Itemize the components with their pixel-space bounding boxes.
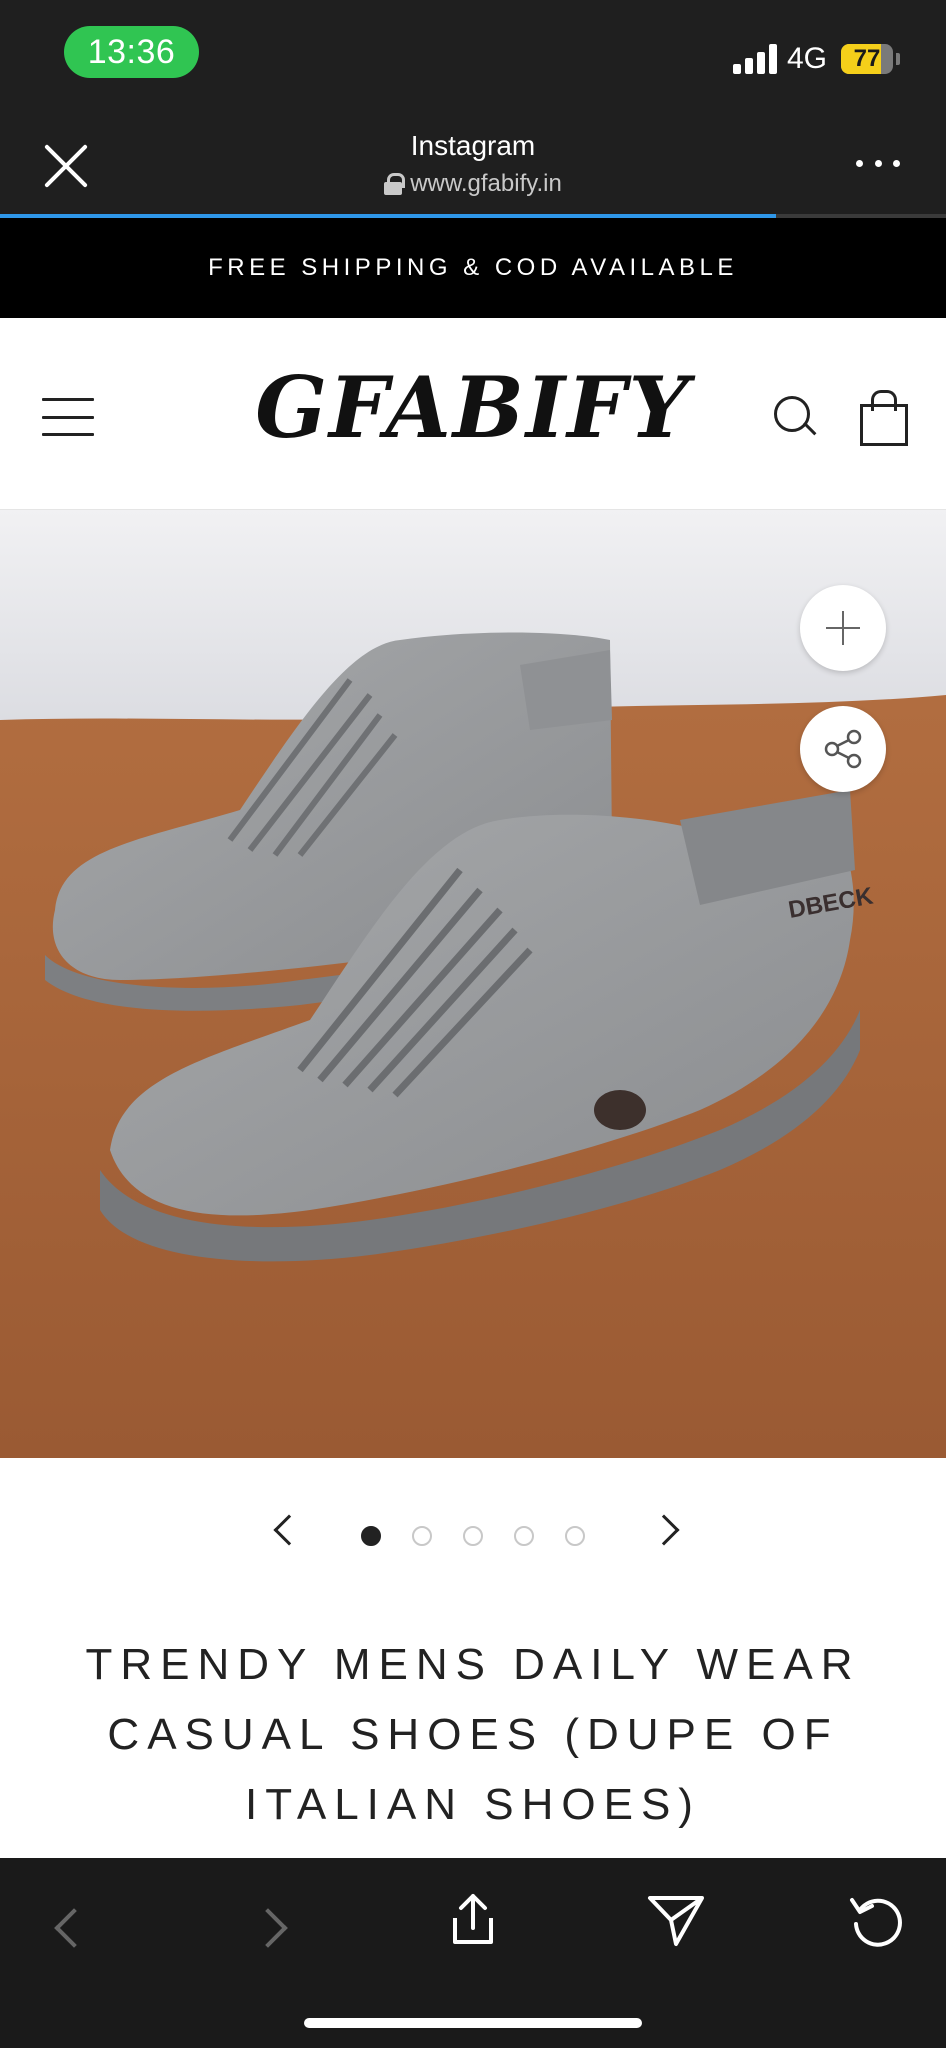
bag-icon[interactable] — [860, 390, 908, 446]
carousel-dot-5[interactable] — [565, 1526, 585, 1546]
share-icon[interactable] — [800, 706, 886, 792]
shoe-photo: DBECK — [0, 510, 946, 1458]
product-title: TRENDY MENS DAILY WEAR CASUAL SHOES (DUP… — [40, 1630, 906, 1840]
carousel-nav — [0, 1458, 946, 1613]
carousel-dot-3[interactable] — [463, 1526, 483, 1546]
carousel-dot-1[interactable] — [361, 1526, 381, 1546]
announcement-bar: FREE SHIPPING & COD AVAILABLE — [0, 218, 946, 318]
battery-icon: 77 — [841, 44, 893, 74]
send-icon[interactable] — [646, 1892, 706, 1948]
search-icon[interactable] — [774, 396, 818, 440]
reload-icon[interactable] — [846, 1890, 906, 1950]
product-title-line: TRENDY MENS DAILY WEAR — [85, 1640, 861, 1689]
product-title-line: ITALIAN SHOES) — [245, 1780, 701, 1829]
browser-toolbar — [0, 1858, 946, 2048]
carousel-dot-2[interactable] — [412, 1526, 432, 1546]
status-time: 13:36 — [64, 26, 199, 78]
cellular-signal-icon — [733, 44, 777, 74]
browser-title: Instagram — [410, 130, 536, 161]
product-title-line: CASUAL SHOES (DUPE OF — [107, 1710, 839, 1759]
chevron-right-icon[interactable] — [648, 1514, 680, 1546]
chevron-left-icon[interactable] — [273, 1514, 305, 1546]
back-icon[interactable] — [54, 1908, 94, 1948]
network-type: 4G — [787, 42, 828, 75]
lock-icon — [384, 173, 406, 195]
browser-url: www.gfabify.in — [0, 170, 946, 198]
carousel-dot-4[interactable] — [514, 1526, 534, 1546]
battery-level: 77 — [853, 45, 881, 72]
url-text: www.gfabify.in — [410, 170, 562, 197]
browser-header: Instagram www.gfabify.in — [0, 110, 946, 219]
home-indicator[interactable] — [304, 2018, 642, 2028]
site-header: GFABIFY — [0, 318, 946, 510]
zoom-plus-icon[interactable] — [800, 585, 886, 671]
status-bar: 13:36 4G 77 — [0, 0, 946, 110]
product-image[interactable]: DBECK — [0, 510, 946, 1458]
share-upload-icon[interactable] — [443, 1890, 503, 1950]
more-icon[interactable] — [856, 160, 900, 172]
forward-icon[interactable] — [248, 1908, 288, 1948]
